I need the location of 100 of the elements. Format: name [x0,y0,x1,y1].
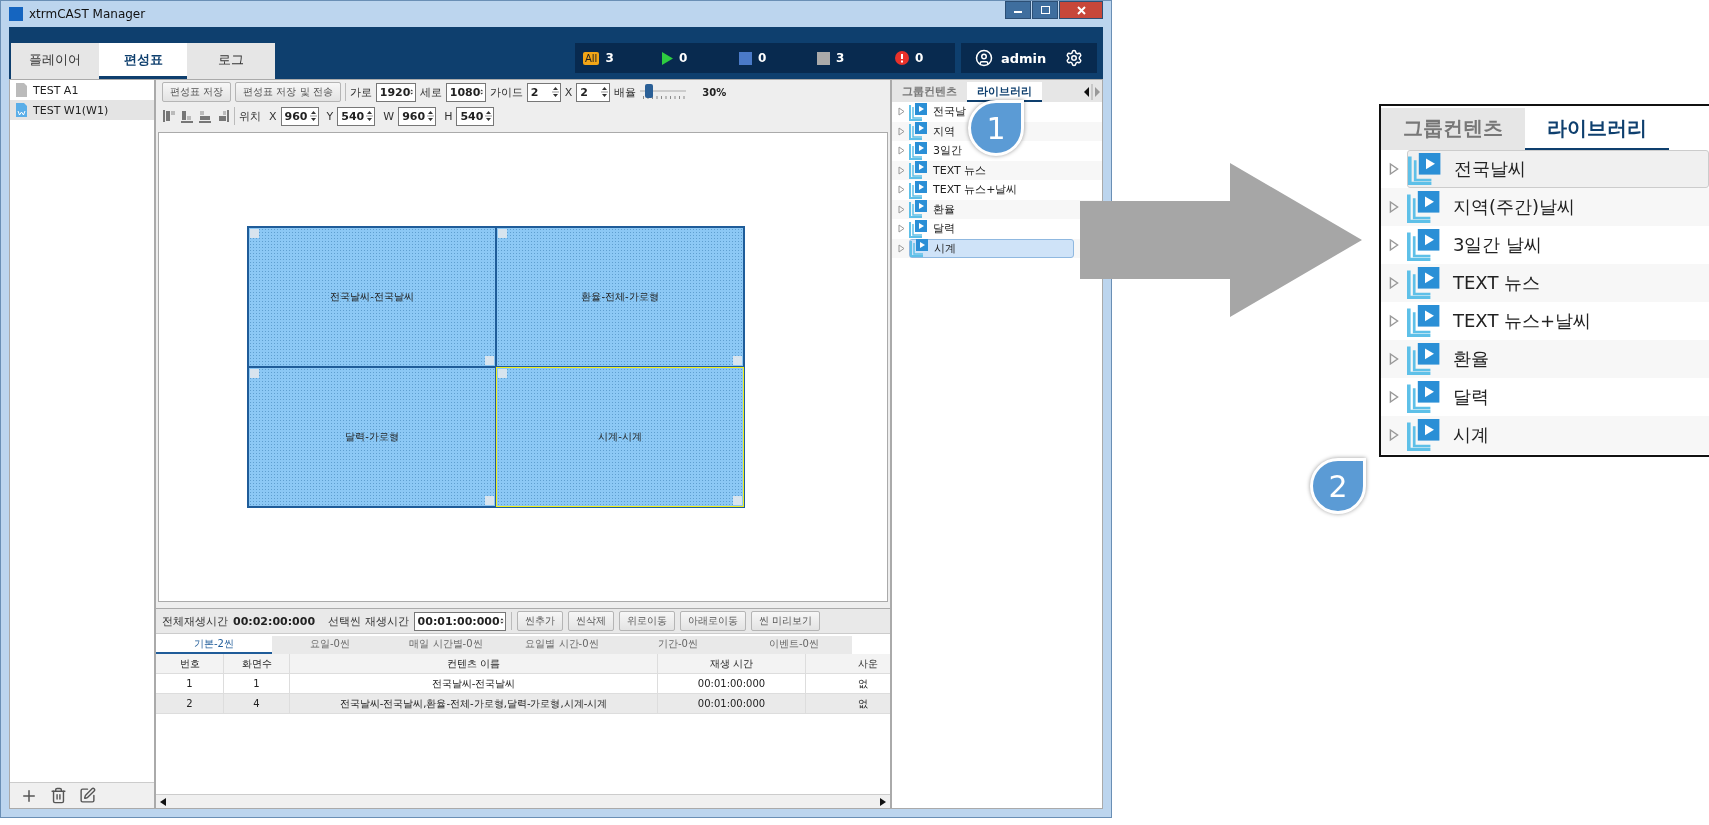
table-cell: 전국날씨-전국날씨,환율-전체-가로형,달력-가로형,시계-시계 [290,694,658,714]
callout-badge: 2 [1310,458,1366,514]
library-item[interactable]: 시계 [909,238,1074,258]
screen-region[interactable]: 환율-전체-가로형 [496,227,744,367]
spin-field[interactable]: 2 [526,82,561,102]
field-label: 위치 [239,108,261,124]
library-item[interactable]: TEXT 뉴스+날씨 [1407,302,1709,340]
spin-field[interactable]: 540 [456,106,495,126]
library-item[interactable]: TEXT 뉴스+날씨 [909,180,1018,200]
expand-arrow-icon[interactable] [1389,238,1399,252]
spinner-arrows-icon[interactable] [485,109,493,123]
library-tab[interactable]: 그룹컨텐츠 [1381,108,1525,150]
expand-arrow-icon[interactable] [1389,200,1399,214]
zoom-slider[interactable] [640,84,687,100]
table-cell: 00:01:00:000 [658,694,806,714]
scene-button[interactable]: 씬삭제 [567,611,614,631]
library-item[interactable]: 3일간 [909,141,962,161]
library-item[interactable]: 달력 [909,219,955,239]
library-tab[interactable]: 라이브러리 [967,82,1042,102]
spin-field[interactable]: 540 [337,106,376,126]
library-item[interactable]: 3일간 날씨 [1407,226,1709,264]
horizontal-scrollbar[interactable] [156,794,890,808]
field-label: X [269,109,277,123]
expand-arrow-icon[interactable] [1389,428,1399,442]
field-label: Y [326,109,334,123]
spinner-arrows-icon[interactable] [551,85,559,99]
app-logo-icon [9,7,23,21]
status-count: 3 [836,51,845,65]
scroll-right-icon[interactable] [880,797,886,806]
square-icon [817,51,830,65]
document-icon [16,83,27,97]
scroll-arrows-icon[interactable] [1082,84,1102,100]
user-name: admin [1001,50,1047,66]
expand-arrow-icon[interactable] [1389,162,1399,176]
scene-tab[interactable]: 매일 시간별-0씬 [388,636,504,654]
spin-field[interactable]: 960 [280,106,319,126]
library-item[interactable]: 전국날 [909,102,966,122]
document-icon [16,103,27,117]
scene-button[interactable]: 아래로이동 [679,611,746,631]
expand-arrow-icon[interactable] [1389,276,1399,290]
main-tab[interactable]: 편성표 [99,43,187,79]
scene-tab[interactable]: 요일-0씬 [272,636,388,654]
align-icon[interactable] [216,109,230,123]
delete-icon[interactable] [50,787,67,804]
expand-arrow-icon[interactable] [1389,352,1399,366]
field-label: W [383,109,395,123]
screen-region[interactable]: 시계-시계 [496,367,744,507]
field-label: 세로 [419,84,442,100]
library-item[interactable]: 달력 [1407,378,1709,416]
spinner-arrows-icon[interactable] [366,109,374,123]
screen-region[interactable]: 전국날씨-전국날씨 [248,227,496,367]
status-count: 0 [758,51,767,65]
table-cell: 2 [156,694,224,714]
spinner-arrows-icon[interactable] [601,85,609,99]
library-tab[interactable]: 그룹컨텐츠 [892,82,967,102]
scene-button[interactable]: 씬추가 [516,611,563,631]
spin-field[interactable]: 1920 [375,82,416,102]
field-label: H [444,109,453,123]
window-title: xtrmCAST Manager [29,7,146,21]
spin-field[interactable]: 1080 [445,82,486,102]
spinner-arrows-icon[interactable] [309,109,317,123]
align-icon[interactable] [198,109,212,123]
minimize-button[interactable] [1005,1,1031,19]
scene-button[interactable]: 씬 미리보기 [750,611,820,631]
expand-arrow-icon[interactable] [1389,390,1399,404]
slider-thumb[interactable] [644,84,653,98]
table-cell: 4 [224,694,290,714]
save-button[interactable]: 편성표 저장 및 전송 [235,82,341,102]
scene-tab[interactable]: 이벤트-0씬 [736,636,852,654]
screen-region[interactable]: 달력-가로형 [248,367,496,507]
maximize-icon [1040,6,1050,14]
scene-tab[interactable]: 기본-2씬 [156,636,272,654]
schedule-item[interactable]: TEST W1(W1) [10,100,154,120]
status-count: 0 [915,51,924,65]
spin-field[interactable]: 2 [576,82,611,102]
save-button[interactable]: 편성표 저장 [162,82,232,102]
schedule-item[interactable]: TEST A1 [10,80,154,100]
main-tab[interactable]: 플레이어 [11,43,99,79]
total-time: 00:02:00:000 [233,614,316,628]
edit-icon[interactable] [79,787,96,804]
field-label: 가로 [349,84,372,100]
scene-tab[interactable]: 기간-0씬 [620,636,736,654]
settings-icon[interactable] [1065,49,1083,67]
expand-arrow-icon[interactable] [1389,314,1399,328]
close-icon [1076,5,1086,15]
scene-tab[interactable]: 요일별 시간-0씬 [504,636,620,654]
field-label: 전체재생시간 [162,613,228,629]
spinner-arrows-icon[interactable] [427,109,435,123]
library-item[interactable]: 전국날씨 [1407,150,1709,188]
align-icon[interactable] [180,109,194,123]
scene-button[interactable]: 위로이동 [618,611,675,631]
scroll-left-icon[interactable] [160,797,166,806]
spin-field[interactable]: 960 [398,106,437,126]
align-icon[interactable] [162,109,176,123]
alert-icon [895,51,909,65]
close-button[interactable] [1059,1,1103,19]
main-tab[interactable]: 로그 [187,43,275,79]
maximize-button[interactable] [1032,1,1058,19]
user-icon [975,49,993,67]
time-field[interactable]: 00:01:00:000 [413,611,506,631]
